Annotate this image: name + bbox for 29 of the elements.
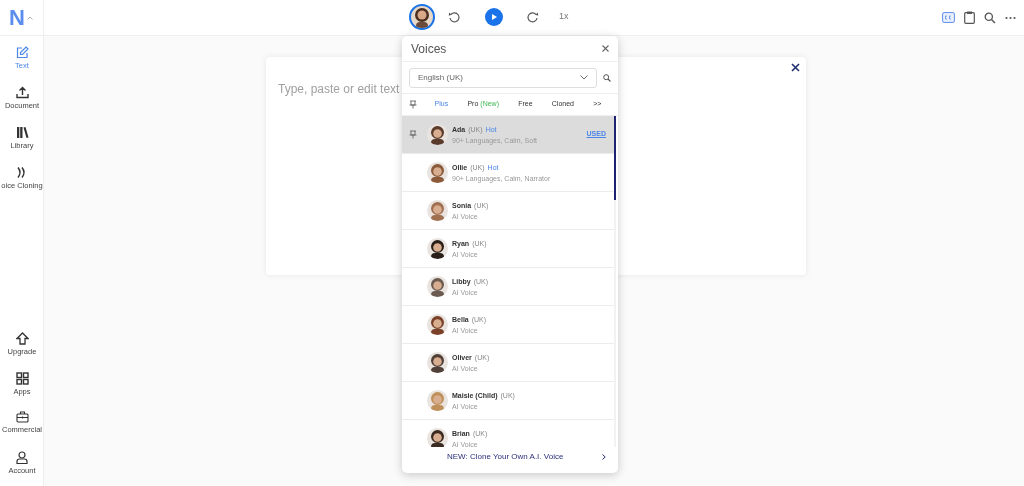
edit-icon [15,46,29,59]
user-icon [16,450,28,464]
play-icon [490,13,498,21]
pin-icon[interactable] [409,130,417,139]
scrollbar-thumb[interactable] [614,116,616,200]
clipboard-icon[interactable] [964,11,975,24]
apps-icon [15,371,29,385]
forward-icon[interactable] [527,11,539,23]
more-icon[interactable] [1005,15,1016,20]
speed-button[interactable]: 1x [559,10,569,24]
language-value: English (UK) [418,71,463,84]
clone-voice-link[interactable]: NEW: Clone Your Own A.I. Voice [447,451,564,463]
rewind-icon[interactable] [448,11,460,23]
chevron-right-icon[interactable] [602,454,606,460]
language-dropdown[interactable]: English (UK) [409,67,597,88]
close-icon[interactable] [791,63,800,72]
upload-icon [15,86,29,99]
panel-title: Voices [411,40,447,58]
play-button[interactable] [485,8,503,26]
pin-icon[interactable] [409,100,417,109]
captions-icon[interactable] [942,12,955,23]
briefcase-icon [15,411,29,423]
books-icon [15,126,29,139]
selected-voice-avatar[interactable] [409,4,435,30]
search-icon[interactable] [603,73,611,82]
search-icon[interactable] [984,11,996,24]
chevron-down-icon [580,75,588,80]
close-icon[interactable] [602,45,609,52]
upgrade-arrow-icon [15,332,29,345]
